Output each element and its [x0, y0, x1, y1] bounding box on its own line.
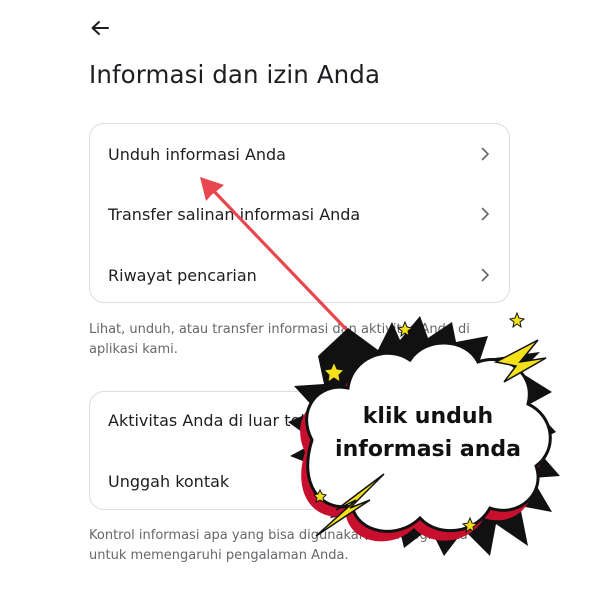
annotation-overlay: [200, 177, 560, 556]
annotation-line-1: klik unduh: [362, 404, 494, 429]
annotation-line-2: informasi anda: [335, 437, 521, 462]
annotation-text: klik unduh informasi anda: [318, 400, 538, 466]
red-arrow-icon: [200, 177, 370, 354]
